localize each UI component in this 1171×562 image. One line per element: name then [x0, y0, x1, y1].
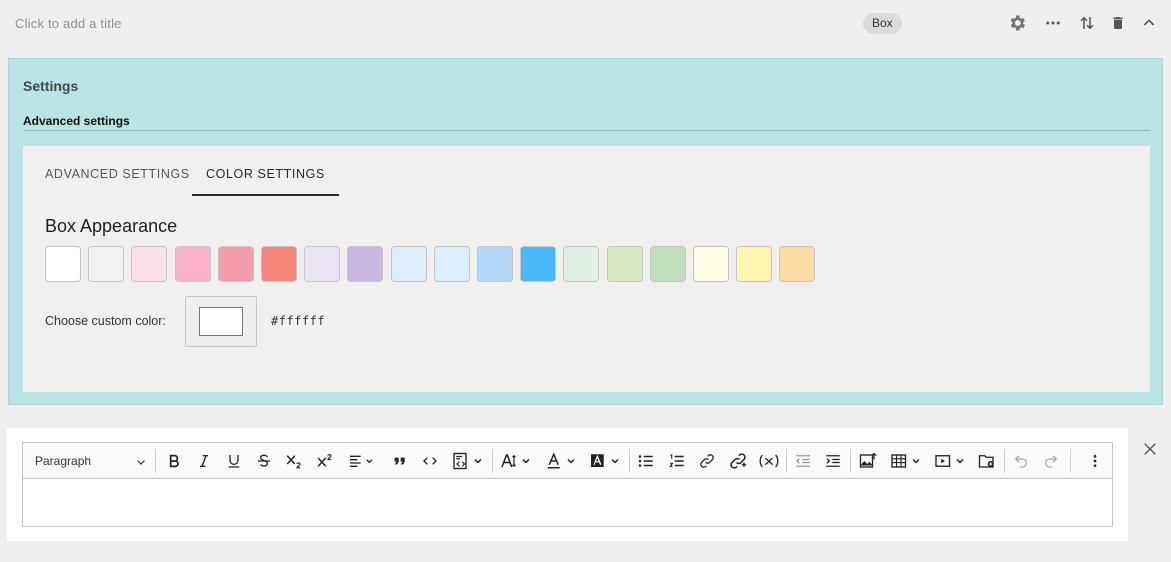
block-type-badge: Box — [863, 13, 902, 34]
color-swatch[interactable] — [607, 246, 643, 282]
blockquote-icon[interactable] — [389, 448, 411, 474]
toolbar-separator — [1070, 449, 1071, 473]
toolbar-separator — [786, 449, 787, 473]
color-swatch[interactable] — [477, 246, 513, 282]
editor-content-area[interactable] — [23, 479, 1112, 526]
color-swatch[interactable] — [391, 246, 427, 282]
table-icon[interactable] — [887, 448, 927, 474]
underline-icon[interactable] — [223, 448, 245, 474]
media-icon[interactable] — [931, 448, 971, 474]
undo-icon[interactable] — [1010, 448, 1032, 474]
superscript-icon[interactable] — [314, 448, 336, 474]
block-header: Click to add a title Box — [0, 0, 1171, 48]
custom-color-preview — [199, 307, 243, 336]
bold-icon[interactable] — [163, 448, 185, 474]
color-swatch[interactable] — [520, 246, 556, 282]
align-left-icon[interactable] — [345, 448, 379, 474]
outdent-icon[interactable] — [792, 448, 814, 474]
tab-advanced-settings[interactable]: ADVANCED SETTINGS — [45, 146, 190, 196]
strikethrough-icon[interactable] — [253, 448, 275, 474]
editor-toolbar: Paragraph — [23, 443, 1112, 479]
more-horizontal-icon[interactable] — [1042, 12, 1064, 34]
color-swatch[interactable] — [45, 246, 81, 282]
block-format-dropdown[interactable]: Paragraph — [27, 447, 151, 475]
bulleted-list-icon[interactable] — [635, 448, 657, 474]
more-vertical-icon[interactable] — [1085, 448, 1105, 474]
link-icon[interactable] — [696, 448, 718, 474]
color-swatch[interactable] — [563, 246, 599, 282]
code-icon[interactable] — [419, 448, 441, 474]
color-swatch[interactable] — [88, 246, 124, 282]
tab-color-settings[interactable]: COLOR SETTINGS — [192, 146, 339, 196]
color-swatch[interactable] — [304, 246, 340, 282]
redo-icon[interactable] — [1040, 448, 1062, 474]
custom-color-picker[interactable] — [185, 296, 257, 347]
insert-image-icon[interactable] — [856, 448, 880, 474]
box-appearance-heading: Box Appearance — [45, 216, 178, 236]
indent-icon[interactable] — [822, 448, 844, 474]
font-size-icon[interactable] — [498, 448, 536, 474]
divider — [23, 130, 1150, 131]
unlink-icon[interactable] — [727, 448, 749, 474]
advanced-settings-heading: Advanced settings — [23, 114, 130, 128]
color-swatch[interactable] — [175, 246, 211, 282]
close-icon[interactable] — [1141, 440, 1159, 458]
settings-tabs-container: ADVANCED SETTINGS COLOR SETTINGS Box App… — [23, 146, 1150, 392]
custom-color-hex: #ffffff — [271, 314, 326, 328]
formula-icon[interactable] — [757, 448, 781, 474]
color-swatch[interactable] — [218, 246, 254, 282]
editor-frame: Paragraph — [22, 442, 1113, 527]
settings-panel: Settings Advanced settings ADVANCED SETT… — [8, 58, 1163, 405]
toolbar-separator — [850, 449, 851, 473]
settings-title: Settings — [23, 78, 79, 94]
color-swatch[interactable] — [693, 246, 729, 282]
file-manager-icon[interactable] — [975, 448, 999, 474]
text-editor-block: Paragraph — [7, 428, 1128, 541]
numbered-list-icon[interactable] — [666, 448, 688, 474]
chevron-up-icon[interactable] — [1138, 12, 1160, 34]
toolbar-separator — [155, 449, 156, 473]
color-swatch[interactable] — [434, 246, 470, 282]
color-swatch[interactable] — [347, 246, 383, 282]
toolbar-separator — [629, 449, 630, 473]
chevron-down-icon — [137, 460, 145, 465]
code-block-icon[interactable] — [450, 448, 488, 474]
color-swatch[interactable] — [736, 246, 772, 282]
italic-icon[interactable] — [193, 448, 215, 474]
subscript-icon[interactable] — [283, 448, 305, 474]
gear-icon[interactable] — [1006, 12, 1028, 34]
font-color-icon[interactable] — [543, 448, 581, 474]
color-swatch[interactable] — [779, 246, 815, 282]
color-swatch[interactable] — [261, 246, 297, 282]
toolbar-separator — [1004, 449, 1005, 473]
block-format-label: Paragraph — [35, 454, 92, 468]
custom-color-label: Choose custom color: — [45, 314, 166, 328]
trash-icon[interactable] — [1107, 12, 1129, 34]
color-swatch[interactable] — [650, 246, 686, 282]
title-placeholder[interactable]: Click to add a title — [15, 16, 122, 31]
toolbar-separator — [492, 449, 493, 473]
highlight-icon[interactable] — [587, 448, 625, 474]
color-swatch[interactable] — [131, 246, 167, 282]
reorder-icon[interactable] — [1076, 12, 1098, 34]
